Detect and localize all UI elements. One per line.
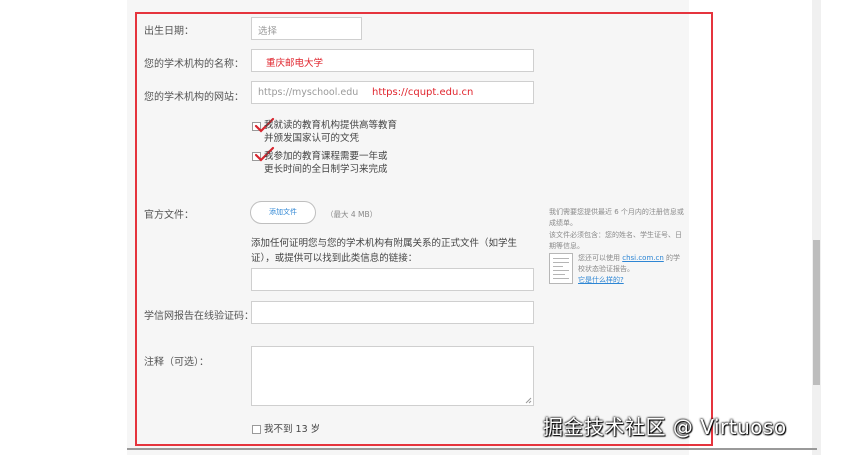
scrollbar-thumb[interactable] [813, 240, 820, 385]
annotation-frame [135, 12, 713, 446]
watermark-text: 掘金技术社区 @ Virtuoso [543, 415, 787, 439]
bottom-divider [127, 448, 817, 450]
scrollbar-track[interactable] [812, 0, 821, 455]
